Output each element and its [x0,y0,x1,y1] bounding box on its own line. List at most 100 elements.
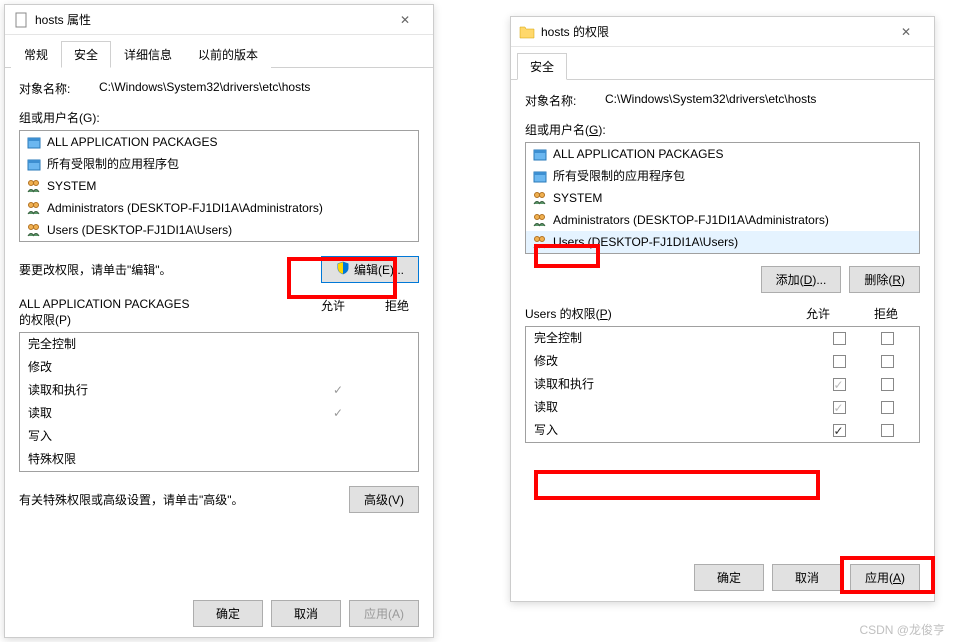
titlebar: hosts 属性 ✕ [5,5,433,35]
properties-dialog: hosts 属性 ✕ 常规 安全 详细信息 以前的版本 对象名称: C:\Win… [4,4,434,638]
list-item[interactable]: SYSTEM [526,187,919,209]
permissions-title: Users 的权限(P) [525,305,806,322]
list-item[interactable]: Users (DESKTOP-FJ1DI1A\Users) [20,219,418,241]
permissions-dialog: hosts 的权限 ✕ 安全 对象名称: C:\Windows\System32… [510,16,935,602]
allow-checkbox[interactable] [815,398,863,417]
permission-row: 修改 [20,356,418,379]
apply-button[interactable]: 应用(A) [850,564,920,591]
ok-button[interactable]: 确定 [694,564,764,591]
list-item[interactable]: Users (DESKTOP-FJ1DI1A\Users) [526,231,919,253]
list-item-label: ALL APPLICATION PACKAGES [47,133,218,151]
users-icon [532,234,548,250]
permissions-table: 完全控制修改读取和执行读取写入 [525,326,920,443]
list-item[interactable]: Administrators (DESKTOP-FJ1DI1A\Administ… [20,197,418,219]
tab-bar: 常规 安全 详细信息 以前的版本 [5,37,433,68]
deny-checkbox[interactable] [863,421,911,440]
permission-row: 读取和执行 [526,373,919,396]
object-name-value: C:\Windows\System32\drivers\etc\hosts [605,92,920,109]
permissions-title: ALL APPLICATION PACKAGES 的权限(P) [19,297,321,328]
list-item-label: 所有受限制的应用程序包 [553,167,685,185]
folder-icon [519,24,535,40]
object-name-value: C:\Windows\System32\drivers\etc\hosts [99,80,419,97]
object-name-label: 对象名称: [525,92,605,109]
cancel-button[interactable]: 取消 [271,600,341,627]
deny-checkbox[interactable] [863,329,911,348]
tab-content: 对象名称: C:\Windows\System32\drivers\etc\ho… [5,68,433,525]
group-list[interactable]: ALL APPLICATION PACKAGES 所有受限制的应用程序包 SYSTE… [525,142,920,254]
list-item[interactable]: ALL APPLICATION PACKAGES [526,143,919,165]
allow-checkbox[interactable] [815,352,863,371]
package-icon [26,134,42,150]
permission-name: 读取和执行 [534,375,815,394]
package-icon [532,168,548,184]
list-item-label: SYSTEM [47,177,96,195]
advanced-hint: 有关特殊权限或高级设置，请单击"高级"。 [19,491,244,508]
list-item-label: Users (DESKTOP-FJ1DI1A\Users) [47,221,232,239]
permission-row: 读取 [526,396,919,419]
permission-name: 写入 [28,427,314,446]
group-list[interactable]: ALL APPLICATION PACKAGES 所有受限制的应用程序包 SYSTE… [19,130,419,242]
allow-mark: ✓ [314,381,362,400]
allow-mark: ✓ [314,404,362,423]
permission-row: 读取✓ [20,402,418,425]
list-item-label: 所有受限制的应用程序包 [47,155,179,173]
allow-checkbox[interactable] [815,329,863,348]
deny-header: 拒绝 [874,305,898,322]
deny-header: 拒绝 [385,297,409,328]
deny-checkbox[interactable] [863,352,911,371]
add-button[interactable]: 添加(D)... [761,266,842,293]
object-name-label: 对象名称: [19,80,99,97]
list-item-label: SYSTEM [553,189,602,207]
permission-name: 修改 [28,358,314,377]
shield-icon [336,261,350,278]
list-item[interactable]: SYSTEM [20,175,418,197]
package-icon [26,156,42,172]
list-item-label: Administrators (DESKTOP-FJ1DI1A\Administ… [47,199,323,217]
users-icon [532,190,548,206]
tab-details[interactable]: 详细信息 [111,41,185,68]
dialog-title: hosts 属性 [35,11,385,28]
permission-name: 特殊权限 [28,450,314,469]
group-list-label: 组或用户名(G): [525,121,920,138]
allow-header: 允许 [806,305,830,322]
list-item[interactable]: 所有受限制的应用程序包 [20,153,418,175]
edit-button[interactable]: 编辑(E)... [321,256,419,283]
list-item[interactable]: 所有受限制的应用程序包 [526,165,919,187]
permission-row: 修改 [526,350,919,373]
file-icon [13,12,29,28]
ok-button[interactable]: 确定 [193,600,263,627]
edit-hint: 要更改权限，请单击"编辑"。 [19,261,172,278]
permission-name: 完全控制 [28,335,314,354]
deny-checkbox[interactable] [863,375,911,394]
apply-button[interactable]: 应用(A) [349,600,419,627]
allow-checkbox[interactable] [815,375,863,394]
tab-general[interactable]: 常规 [11,41,61,68]
permission-name: 读取 [534,398,815,417]
tab-content: 对象名称: C:\Windows\System32\drivers\etc\ho… [511,80,934,455]
close-icon[interactable]: ✕ [886,18,926,46]
permissions-table: 完全控制修改读取和执行✓读取✓写入特殊权限 [19,332,419,472]
permission-name: 读取 [28,404,314,423]
tab-security[interactable]: 安全 [517,53,567,80]
cancel-button[interactable]: 取消 [772,564,842,591]
package-icon [532,146,548,162]
advanced-button[interactable]: 高级(V) [349,486,419,513]
list-item[interactable]: ALL APPLICATION PACKAGES [20,131,418,153]
deny-checkbox[interactable] [863,398,911,417]
tab-security[interactable]: 安全 [61,41,111,68]
tab-previous[interactable]: 以前的版本 [185,41,271,68]
titlebar: hosts 的权限 ✕ [511,17,934,47]
allow-checkbox[interactable] [815,421,863,440]
close-icon[interactable]: ✕ [385,6,425,34]
remove-button[interactable]: 删除(R) [849,266,920,293]
permission-row: 读取和执行✓ [20,379,418,402]
users-icon [532,212,548,228]
users-icon [26,178,42,194]
tab-bar: 安全 [511,49,934,80]
list-item[interactable]: Administrators (DESKTOP-FJ1DI1A\Administ… [526,209,919,231]
permission-name: 写入 [534,421,815,440]
permission-row: 写入 [20,425,418,448]
list-item-label: ALL APPLICATION PACKAGES [553,145,724,163]
permission-name: 修改 [534,352,815,371]
allow-header: 允许 [321,297,345,328]
